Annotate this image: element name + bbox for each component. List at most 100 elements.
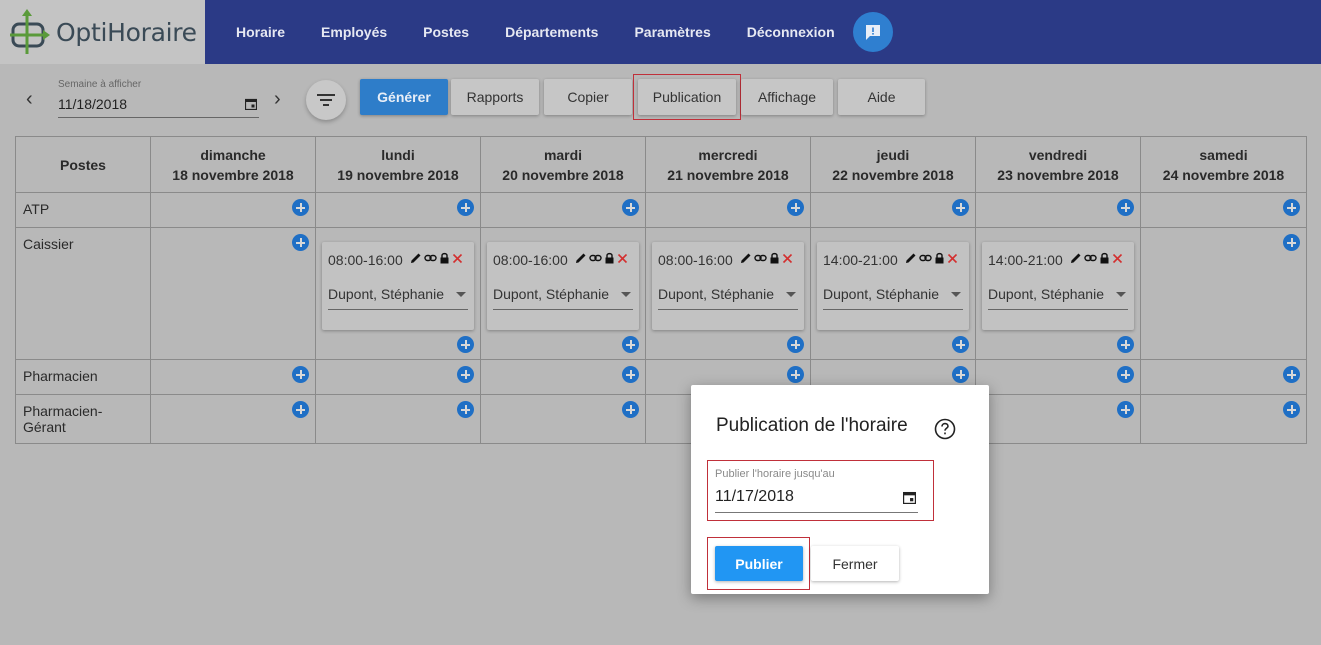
add-shift-plus-icon[interactable] [1117,366,1134,383]
link-icon[interactable] [919,252,932,264]
add-shift-plus-icon[interactable] [1117,336,1134,353]
shift-actions [410,252,463,264]
nav-horaire[interactable]: Horaire [218,24,303,40]
add-shift-plus-icon[interactable] [1283,401,1300,418]
add-shift-plus-icon[interactable] [622,366,639,383]
add-shift-plus-icon[interactable] [622,401,639,418]
add-shift-plus-icon[interactable] [787,336,804,353]
schedule-cell [1140,394,1307,444]
lock-icon[interactable] [1099,252,1110,264]
nav-parametres[interactable]: Paramètres [616,24,728,40]
delete-x-icon[interactable] [782,253,793,264]
add-shift-plus-icon[interactable] [292,401,309,418]
reports-button[interactable]: Rapports [451,79,539,115]
nav-employes[interactable]: Employés [303,24,405,40]
employee-select[interactable]: Dupont, Stéphanie [823,286,963,310]
schedule-cell [810,192,976,228]
add-shift-plus-icon[interactable] [952,336,969,353]
schedule-cell [975,394,1141,444]
publish-until-date-input[interactable]: 11/17/2018 [715,486,918,513]
calendar-icon[interactable] [903,491,916,504]
add-shift-plus-icon[interactable] [1283,234,1300,251]
schedule-table: Postes dimanche 18 novembre 2018 lundi 19 … [15,136,1307,444]
publish-button[interactable]: Publier [715,546,803,581]
lock-icon[interactable] [934,252,945,264]
publish-until-value: 11/17/2018 [715,488,794,505]
employee-select[interactable]: Dupont, Stéphanie [658,286,798,310]
generate-button[interactable]: Générer [360,79,448,115]
delete-x-icon[interactable] [452,253,463,264]
lock-icon[interactable] [769,252,780,264]
calendar-icon[interactable] [245,98,257,110]
day-name: samedi [1199,146,1248,163]
edit-pencil-icon[interactable] [410,252,422,264]
delete-x-icon[interactable] [617,253,628,264]
employee-select[interactable]: Dupont, Stéphanie [493,286,633,310]
add-shift-plus-icon[interactable] [787,366,804,383]
shift-card[interactable]: 08:00-16:00 Dupont, Stéphanie [652,242,804,330]
add-shift-plus-icon[interactable] [457,401,474,418]
add-shift-plus-icon[interactable] [952,366,969,383]
employee-name: Dupont, Stéphanie [328,286,444,302]
add-shift-plus-icon[interactable] [622,336,639,353]
add-shift-plus-icon[interactable] [292,234,309,251]
shift-card[interactable]: 14:00-21:00 Dupont, Stéphanie [817,242,969,330]
shift-card[interactable]: 08:00-16:00 Dupont, Stéphanie [487,242,639,330]
link-icon[interactable] [1084,252,1097,264]
nav-deconnexion[interactable]: Déconnexion [729,24,853,40]
schedule-cell [150,394,316,444]
display-button[interactable]: Affichage [741,79,833,115]
add-shift-plus-icon[interactable] [1117,199,1134,216]
dropdown-arrow-icon [786,292,796,297]
publication-dialog: Publication de l'horaire Publier l'horai… [691,385,989,594]
lock-icon[interactable] [439,252,450,264]
shift-card[interactable]: 08:00-16:00 Dupont, Stéphanie [322,242,474,330]
delete-x-icon[interactable] [947,253,958,264]
lock-icon[interactable] [604,252,615,264]
add-shift-plus-icon[interactable] [787,199,804,216]
shift-actions [740,252,793,264]
app-logo[interactable]: OptiHoraire [0,0,205,64]
employee-select[interactable]: Dupont, Stéphanie [988,286,1128,310]
add-shift-plus-icon[interactable] [622,199,639,216]
employee-select[interactable]: Dupont, Stéphanie [328,286,468,310]
schedule-cell [150,227,316,360]
position-name: Caissier [15,227,151,360]
edit-pencil-icon[interactable] [740,252,752,264]
help-circle-icon[interactable] [934,418,956,440]
add-shift-plus-icon[interactable] [1283,366,1300,383]
nav-postes[interactable]: Postes [405,24,487,40]
chat-button[interactable] [853,12,893,52]
filter-button[interactable] [306,80,346,120]
add-shift-plus-icon[interactable] [457,336,474,353]
nav-departements[interactable]: Départements [487,24,616,40]
add-shift-plus-icon[interactable] [292,366,309,383]
edit-pencil-icon[interactable] [575,252,587,264]
edit-pencil-icon[interactable] [905,252,917,264]
edit-pencil-icon[interactable] [1070,252,1082,264]
help-button[interactable]: Aide [838,79,925,115]
next-week-arrow-icon[interactable]: › [274,88,281,111]
delete-x-icon[interactable] [1112,253,1123,264]
add-shift-plus-icon[interactable] [1117,401,1134,418]
add-shift-plus-icon[interactable] [292,199,309,216]
link-icon[interactable] [589,252,602,264]
day-name: dimanche [200,146,266,163]
add-shift-plus-icon[interactable] [952,199,969,216]
day-name: mardi [543,146,583,163]
add-shift-plus-icon[interactable] [1283,199,1300,216]
add-shift-plus-icon[interactable] [457,199,474,216]
copy-button[interactable]: Copier [544,79,632,115]
link-icon[interactable] [754,252,767,264]
schedule-cell [315,359,481,395]
schedule-cell: 08:00-16:00 Dupont, Stéphanie [480,227,646,360]
shift-time: 08:00-16:00 [493,252,568,268]
link-icon[interactable] [424,252,437,264]
close-button[interactable]: Fermer [811,546,899,581]
shift-card[interactable]: 14:00-21:00 Dupont, Stéphanie [982,242,1134,330]
chat-alert-icon [866,25,880,40]
add-shift-plus-icon[interactable] [457,366,474,383]
position-name: Pharmacien [15,359,151,395]
previous-week-arrow-icon[interactable]: ‹ [26,88,33,111]
week-date-input[interactable]: 11/18/2018 [58,94,259,118]
